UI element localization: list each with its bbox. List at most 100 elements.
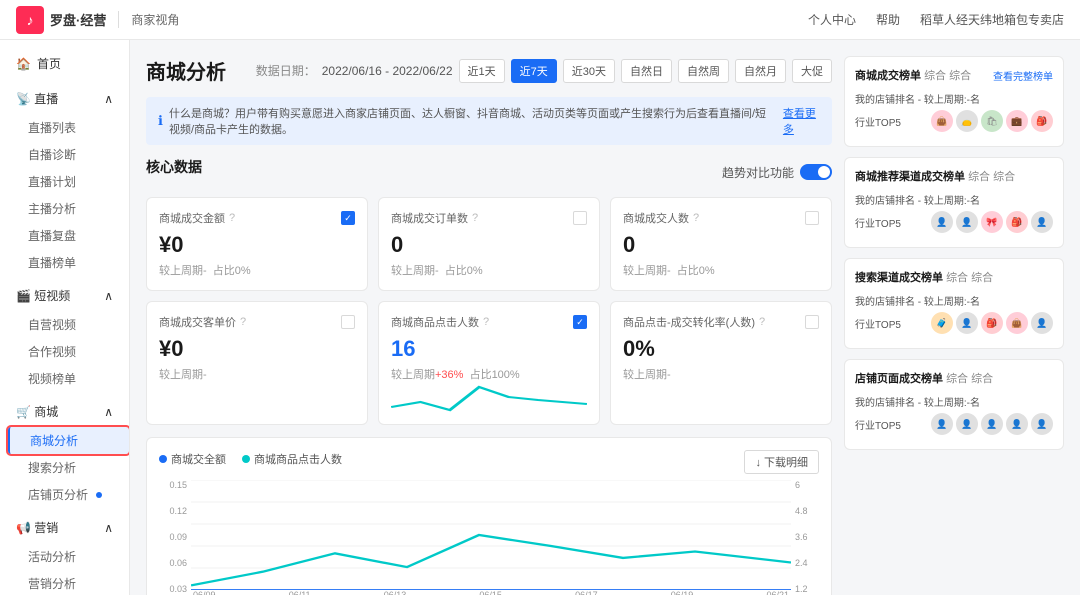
rank-card-header-storepage: 店铺页面成交榜单 综合 综合 (855, 370, 1053, 386)
info-text: 什么是商城？用户带有购买意愿进入商家店铺页面、达人橱窗、抖音商城、活动页类等页面… (169, 105, 777, 137)
rank-card-search: 搜索渠道成交榜单 综合 综合 我的店铺排名 - 较上周期:-名 行业TOP5 🧳… (844, 258, 1064, 349)
main-panel: 商城分析 数据日期： 2022/06/16 - 2022/06/22 近1天 近… (146, 56, 832, 579)
rank-label-top5-mall: 行业TOP5 (855, 114, 901, 129)
rank-card-mall: 商城成交榜单 综合 综合 查看完整榜单 我的店铺排名 - 较上周期:-名 行业T… (844, 56, 1064, 147)
rank-row-top5-search: 行业TOP5 🧳 👤 🎒 👜 👤 (855, 312, 1053, 334)
rank-icon-5-rec: 👤 (1031, 211, 1053, 233)
sidebar-item-live-plan[interactable]: 直播计划 (8, 168, 129, 195)
info-bar: ℹ 什么是商城？用户带有购买意愿进入商家店铺页面、达人橱窗、抖音商城、活动页类等… (146, 97, 832, 145)
sidebar-item-live-anchor[interactable]: 主播分析 (8, 195, 129, 222)
rank-icons-storepage: 👤 👤 👤 👤 👤 (931, 413, 1053, 435)
metric-checkbox-orders[interactable] (573, 211, 587, 225)
rank-row-top5-storepage: 行业TOP5 👤 👤 👤 👤 👤 (855, 413, 1053, 435)
metric-card-header-orders: 商城成交订单数 ? (391, 210, 587, 226)
sidebar-section-home: 🏠 首页 (0, 48, 129, 79)
rank-card-storepage: 店铺页面成交榜单 综合 综合 我的店铺排名 - 较上周期:-名 行业TOP5 👤… (844, 359, 1064, 450)
metric-value-gmv: ¥0 (159, 232, 355, 258)
rank-icon-3-store: 👤 (981, 413, 1003, 435)
sidebar-item-live-list[interactable]: 直播列表 (8, 114, 129, 141)
live-icon: 📡 (16, 92, 31, 106)
personal-center-link[interactable]: 个人中心 (808, 11, 856, 28)
sidebar-section-marketing: 📢 营销 ∧ 活动分析 营销分析 (0, 512, 129, 595)
sidebar-sub-marketing: 活动分析 营销分析 (0, 543, 129, 595)
view-all-mall[interactable]: 查看完整榜单 (993, 68, 1053, 83)
toggle-switch[interactable] (800, 164, 832, 180)
rank-icon-2-mall: 👝 (956, 110, 978, 132)
sidebar-item-live-diag[interactable]: 自播诊断 (8, 141, 129, 168)
help-link[interactable]: 帮助 (876, 11, 900, 28)
x-axis-labels: 06/0906/1106/1306/1506/1706/1906/21 (191, 590, 791, 595)
metric-value-orders: 0 (391, 232, 587, 258)
sidebar-label-home: 首页 (37, 55, 61, 72)
info-link[interactable]: 查看更多 (783, 105, 820, 137)
metric-card-gmv: 商城成交金额 ? ✓ ¥0 较上周期- 占比0% (146, 197, 368, 291)
metric-sub-orders: 较上周期- 占比0% (391, 262, 587, 278)
sidebar-item-home[interactable]: 🏠 首页 (0, 48, 129, 79)
sidebar-item-store-page[interactable]: 店铺页分析 (8, 481, 129, 508)
sidebar-label-sv-rank: 视频榜单 (28, 370, 76, 387)
nav-right: 个人中心 帮助 稻草人经天纬地箱包专卖店 (808, 11, 1064, 28)
date-btn-1d[interactable]: 近1天 (459, 59, 505, 83)
sidebar-label-live-rank: 直播榜单 (28, 254, 76, 271)
metric-card-header-clicks: 商城商品点击人数 ? ✓ (391, 314, 587, 330)
rank-row-my-search: 我的店铺排名 - 较上周期:-名 (855, 293, 1053, 308)
metric-sub-buyers: 较上周期- 占比0% (623, 262, 819, 278)
logo-icon: ♪ (16, 6, 44, 34)
rank-icons-recommend: 👤 👤 🎀 🎒 👤 (931, 211, 1053, 233)
sidebar-label-live-anchor: 主播分析 (28, 200, 76, 217)
metric-checkbox-conversion[interactable] (805, 315, 819, 329)
sidebar-header-marketing[interactable]: 📢 营销 ∧ (0, 512, 129, 543)
sidebar-label-live-fund: 直播复盘 (28, 227, 76, 244)
date-btn-promo[interactable]: 大促 (792, 59, 832, 83)
download-btn[interactable]: ↓ 下载明细 (744, 450, 819, 474)
metric-value-clicks: 16 (391, 336, 587, 362)
home-icon: 🏠 (16, 57, 31, 71)
sidebar-item-sv-collab[interactable]: 合作视频 (8, 338, 129, 365)
sidebar-item-live-fund[interactable]: 直播复盘 (8, 222, 129, 249)
marketing-icon: 📢 (16, 521, 31, 535)
rank-label-top5-storepage: 行业TOP5 (855, 417, 901, 432)
rank-icon-2-search: 👤 (956, 312, 978, 334)
rank-card-title-mall: 商城成交榜单 综合 综合 (855, 67, 971, 83)
merchant-label[interactable]: 商家视角 (118, 11, 179, 28)
main-layout: 🏠 首页 📡 直播 ∧ 直播列表 自播诊断 直播计划 主播分析 直播复盘 直播榜… (0, 40, 1080, 595)
date-btn-natural-day[interactable]: 自然日 (621, 59, 672, 83)
metric-sub-clicks: 较上周期+36% 占比100% (391, 366, 587, 382)
mini-chart-clicks (391, 382, 587, 412)
store-link[interactable]: 稻草人经天纬地箱包专卖店 (920, 11, 1064, 28)
metric-value-atv: ¥0 (159, 336, 355, 362)
chart-container: 0.150.120.090.060.030 (159, 480, 819, 595)
sidebar-item-sv-rank[interactable]: 视频榜单 (8, 365, 129, 392)
trend-toggle[interactable]: 趋势对比功能 (722, 164, 832, 181)
page-title: 商城分析 (146, 56, 226, 85)
date-btn-natural-week[interactable]: 自然周 (678, 59, 729, 83)
sidebar-header-live[interactable]: 📡 直播 ∧ (0, 83, 129, 114)
date-btn-natural-month[interactable]: 自然月 (735, 59, 786, 83)
sidebar-item-mall-analysis[interactable]: 商城分析 (8, 427, 129, 454)
metric-card-clicks: 商城商品点击人数 ? ✓ 16 较上周期+36% 占比100% (378, 301, 600, 425)
rank-row-top5-recommend: 行业TOP5 👤 👤 🎀 🎒 👤 (855, 211, 1053, 233)
rank-label-my-storepage: 我的店铺排名 - 较上周期:-名 (855, 394, 980, 409)
date-controls: 数据日期： 2022/06/16 - 2022/06/22 近1天 近7天 近3… (256, 59, 832, 83)
metric-name-orders: 商城成交订单数 ? (391, 210, 478, 226)
metric-checkbox-buyers[interactable] (805, 211, 819, 225)
sidebar-label-store-page: 店铺页分析 (28, 486, 88, 503)
metric-checkbox-gmv[interactable]: ✓ (341, 211, 355, 225)
sidebar-header-shortvideo[interactable]: 🎬 短视频 ∧ (0, 280, 129, 311)
rank-row-my-storepage: 我的店铺排名 - 较上周期:-名 (855, 394, 1053, 409)
sidebar-item-mkt[interactable]: 营销分析 (8, 570, 129, 595)
rank-icon-4-mall: 💼 (1006, 110, 1028, 132)
metric-name-conversion: 商品点击-成交转化率(人数) ? (623, 314, 765, 330)
sidebar-item-search-analysis[interactable]: 搜索分析 (8, 454, 129, 481)
metric-name-atv: 商城成交客单价 ? (159, 314, 246, 330)
metric-checkbox-clicks[interactable]: ✓ (573, 315, 587, 329)
rank-icon-2-rec: 👤 (956, 211, 978, 233)
sidebar-item-activity[interactable]: 活动分析 (8, 543, 129, 570)
metric-checkbox-atv[interactable] (341, 315, 355, 329)
sidebar-header-mall[interactable]: 🛒 商城 ∧ (0, 396, 129, 427)
nav-left: ♪ 罗盘·经营 商家视角 (16, 6, 179, 34)
date-btn-30d[interactable]: 近30天 (563, 59, 615, 83)
date-btn-7d[interactable]: 近7天 (511, 59, 557, 83)
sidebar-item-sv-self[interactable]: 自营视频 (8, 311, 129, 338)
sidebar-item-live-rank[interactable]: 直播榜单 (8, 249, 129, 276)
